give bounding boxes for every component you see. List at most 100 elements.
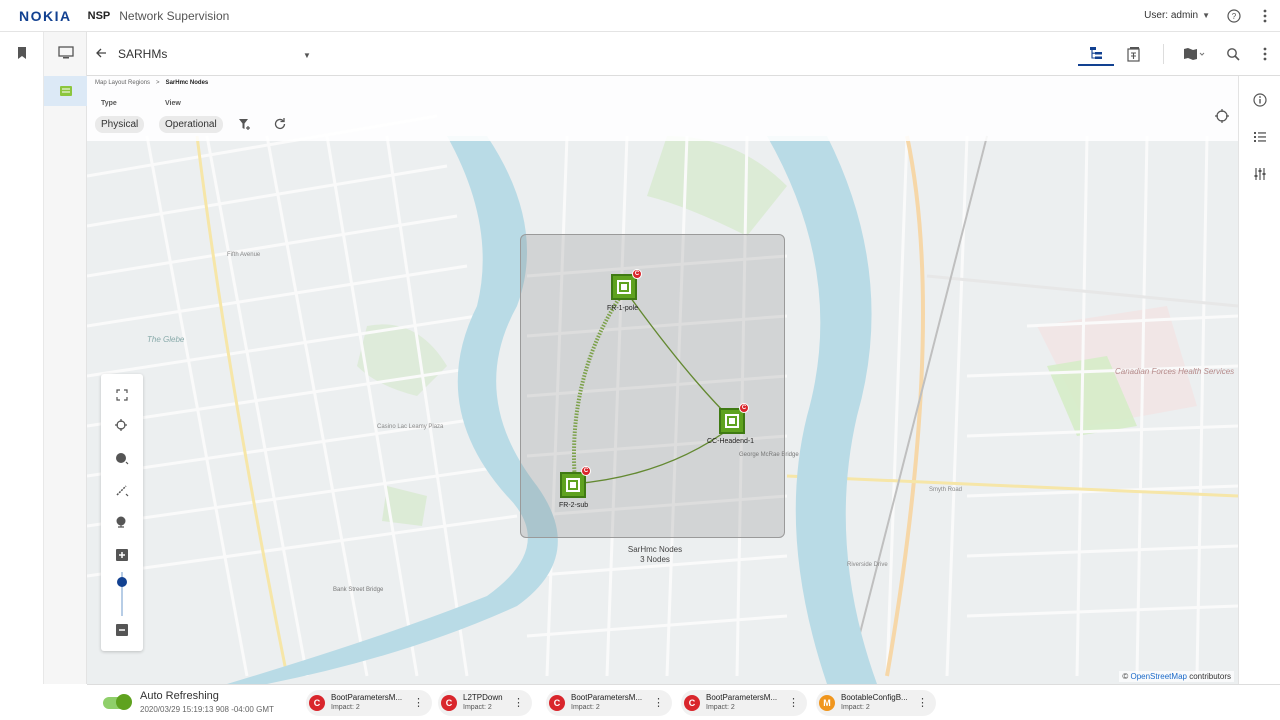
openstreetmap-link[interactable]: OpenStreetMap [1130,672,1186,681]
critical-alarm-badge: C [632,269,642,279]
map-filter-header: Map Layout Regions > SarHmc Nodes Type V… [87,76,1238,141]
network-node[interactable] [560,472,586,498]
breadcrumb: Map Layout Regions > SarHmc Nodes [95,80,208,86]
left-nav-rail [0,32,44,684]
node-select-icon[interactable] [114,450,130,466]
alarm-chip[interactable]: M BootableConfigB... Impact: 2 ⋮ [816,690,936,716]
vertical-dots-icon[interactable] [1253,42,1277,66]
svg-text:?: ? [1232,12,1237,21]
breadcrumb-separator: > [156,80,160,86]
alarm-name: BootParametersM... [706,693,778,702]
vertical-dots-icon[interactable]: ⋮ [513,696,524,710]
alarm-impact: Impact: 2 [841,704,870,711]
alarm-status-bar: Auto Refreshing 2020/03/29 15:19:13 908 … [87,684,1280,720]
arrow-left-icon[interactable] [95,46,107,64]
info-icon[interactable] [1252,92,1268,108]
app-name: NSP [87,9,111,22]
sliders-icon[interactable] [1252,166,1268,182]
user-label: User: admin [1144,10,1199,21]
auto-refresh-toggle-knob[interactable] [116,694,132,710]
view-label: View [165,100,181,107]
group-name: SarHmc Nodes [627,545,683,554]
filter-add-icon[interactable] [237,116,253,132]
left-sub-rail [44,32,87,684]
map-view-icon[interactable] [44,76,87,106]
link-draw-icon[interactable] [114,482,130,498]
type-select[interactable]: Physical [95,116,145,133]
group-count: 3 Nodes [640,555,670,564]
critical-alarm-badge: C [684,695,700,711]
critical-alarm-badge: C [441,695,457,711]
auto-refresh-timestamp: 2020/03/29 15:19:13 908 -04:00 GMT [140,705,274,714]
zoom-slider-handle[interactable] [117,577,127,587]
map-label-bank: Bank Street Bridge [333,587,384,593]
monitor-icon[interactable] [44,38,87,68]
major-alarm-badge: M [819,695,835,711]
topology-map[interactable]: The Glebe Canadian Forces Health Service… [87,76,1238,684]
type-label: Type [101,100,117,107]
node-label: CC-Headend-1 [707,438,755,445]
map-label-cfhs: Canadian Forces Health Services [1115,367,1234,376]
alarm-impact: Impact: 2 [571,704,600,711]
help-circle-icon[interactable]: ? [1226,8,1242,24]
vertical-dots-icon[interactable] [1257,8,1273,24]
view-title[interactable]: SARHMs [118,47,167,61]
map-label-casino: Casino Lac Leamy Plaza [377,424,444,430]
user-menu[interactable]: User: admin ▼ [1144,10,1210,21]
critical-alarm-badge: C [581,466,591,476]
auto-refresh-label: Auto Refreshing [140,690,219,702]
alarm-chip[interactable]: C BootParametersM... Impact: 2 ⋮ [546,690,672,716]
map-attribution: © OpenStreetMap contributors [1119,671,1234,682]
top-header: NOKIA NSP Network Supervision User: admi… [0,0,1280,32]
vertical-dots-icon[interactable]: ⋮ [413,696,424,710]
alarm-name: L2TPDown [463,693,503,702]
alarm-chip[interactable]: C L2TPDown Impact: 2 ⋮ [438,690,532,716]
vertical-dots-icon[interactable]: ⋮ [917,696,928,710]
router-icon [566,478,580,492]
nokia-logo: NOKIA [19,7,72,24]
node-label: FR-1-pole [607,305,639,312]
fullscreen-icon[interactable] [114,387,130,403]
alarm-chip[interactable]: C BootParametersM... Impact: 2 ⋮ [681,690,807,716]
search-icon[interactable] [1221,42,1245,66]
node-group-label[interactable]: SarHmc Nodes 3 Nodes [610,545,700,565]
breadcrumb-item-current: SarHmc Nodes [165,80,209,86]
map-label-glebe: The Glebe [147,335,185,344]
alarm-impact: Impact: 2 [706,704,735,711]
toolbar-divider [1163,44,1164,64]
chevron-down-icon[interactable]: ▼ [303,51,311,60]
view-select[interactable]: Operational [159,116,223,133]
node-label: FR-2-sub [559,502,589,509]
device-list-icon[interactable] [1122,42,1146,66]
refresh-icon[interactable] [272,116,288,132]
map-label-smyth: Smyth Road [929,487,962,493]
critical-alarm-badge: C [549,695,565,711]
view-toolbar: SARHMs ▼ [87,32,1280,76]
chevron-down-icon: ▼ [1202,11,1210,20]
zoom-in-icon[interactable] [114,547,130,563]
router-icon [617,280,631,294]
globe-icon[interactable] [114,514,130,530]
hierarchy-icon[interactable] [1078,42,1114,66]
zoom-out-icon[interactable] [114,622,130,638]
map-layers-icon[interactable] [1179,42,1209,66]
map-label-riverside: Riverside Drive [847,562,888,568]
list-icon[interactable] [1252,129,1268,145]
router-icon [725,414,739,428]
alarm-impact: Impact: 2 [463,704,492,711]
alarm-chip[interactable]: C BootParametersM... Impact: 2 ⋮ [306,690,432,716]
app-description: Network Supervision [119,8,230,23]
attribution-prefix: © [1122,672,1129,681]
bookmark-icon[interactable] [0,38,44,68]
map-label-fifth: Fifth Avenue [227,252,261,258]
critical-alarm-badge: C [309,695,325,711]
vertical-dots-icon[interactable]: ⋮ [653,696,664,710]
vertical-dots-icon[interactable]: ⋮ [788,696,799,710]
alarm-name: BootParametersM... [331,693,403,702]
fit-to-view-icon[interactable] [114,418,130,434]
crosshair-icon[interactable] [1214,108,1230,129]
map-tools-panel [101,374,143,651]
breadcrumb-item[interactable]: Map Layout Regions [95,80,150,86]
right-panel-rail [1238,76,1280,684]
attribution-suffix: contributors [1189,672,1231,681]
